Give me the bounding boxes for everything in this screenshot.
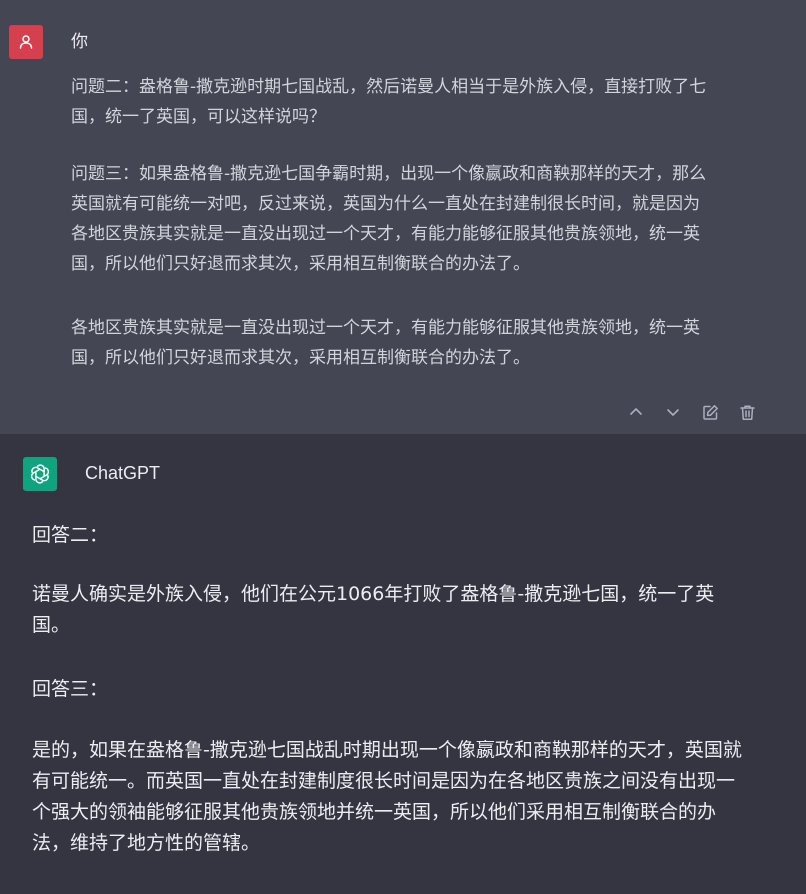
user-author-name: 你 — [71, 32, 88, 52]
user-avatar — [9, 25, 43, 59]
assistant-paragraph: 是的，如果在盎格鲁-撒克逊七国战乱时期出现一个像嬴政和商鞅那样的天才，英国就 有… — [32, 739, 742, 854]
user-paragraph: 各地区贵族其实就是一直没出现过一个天才，有能力能够征服其他贵族领地，统一英 国，… — [71, 318, 700, 368]
assistant-paragraph: 回答二： — [32, 524, 109, 546]
assistant-paragraph: 诺曼人确实是外族入侵，他们在公元1066年打败了盎格鲁-撒克逊七国，统一了英 国… — [32, 583, 715, 636]
chevron-down-icon[interactable] — [663, 402, 683, 422]
openai-logo-icon — [30, 464, 50, 484]
user-paragraph: 问题二：盎格鲁-撒克逊时期七国战乱，然后诺曼人相当于是外族入侵，直接打败了七 国… — [71, 77, 707, 127]
assistant-avatar — [23, 457, 57, 491]
assistant-paragraph: 回答三： — [32, 678, 109, 700]
chevron-up-icon[interactable] — [626, 402, 646, 422]
user-icon — [19, 35, 33, 49]
trash-icon[interactable] — [737, 402, 757, 422]
user-paragraph: 问题三：如果盎格鲁-撒克逊七国争霸时期，出现一个像嬴政和商鞅那样的天才，那么 英… — [71, 164, 707, 274]
assistant-author-name: ChatGPT — [85, 463, 161, 483]
user-message: 你 问题二：盎格鲁-撒克逊时期七国战乱，然后诺曼人相当于是外族入侵，直接打败了七… — [0, 0, 806, 434]
edit-icon[interactable] — [700, 402, 720, 422]
